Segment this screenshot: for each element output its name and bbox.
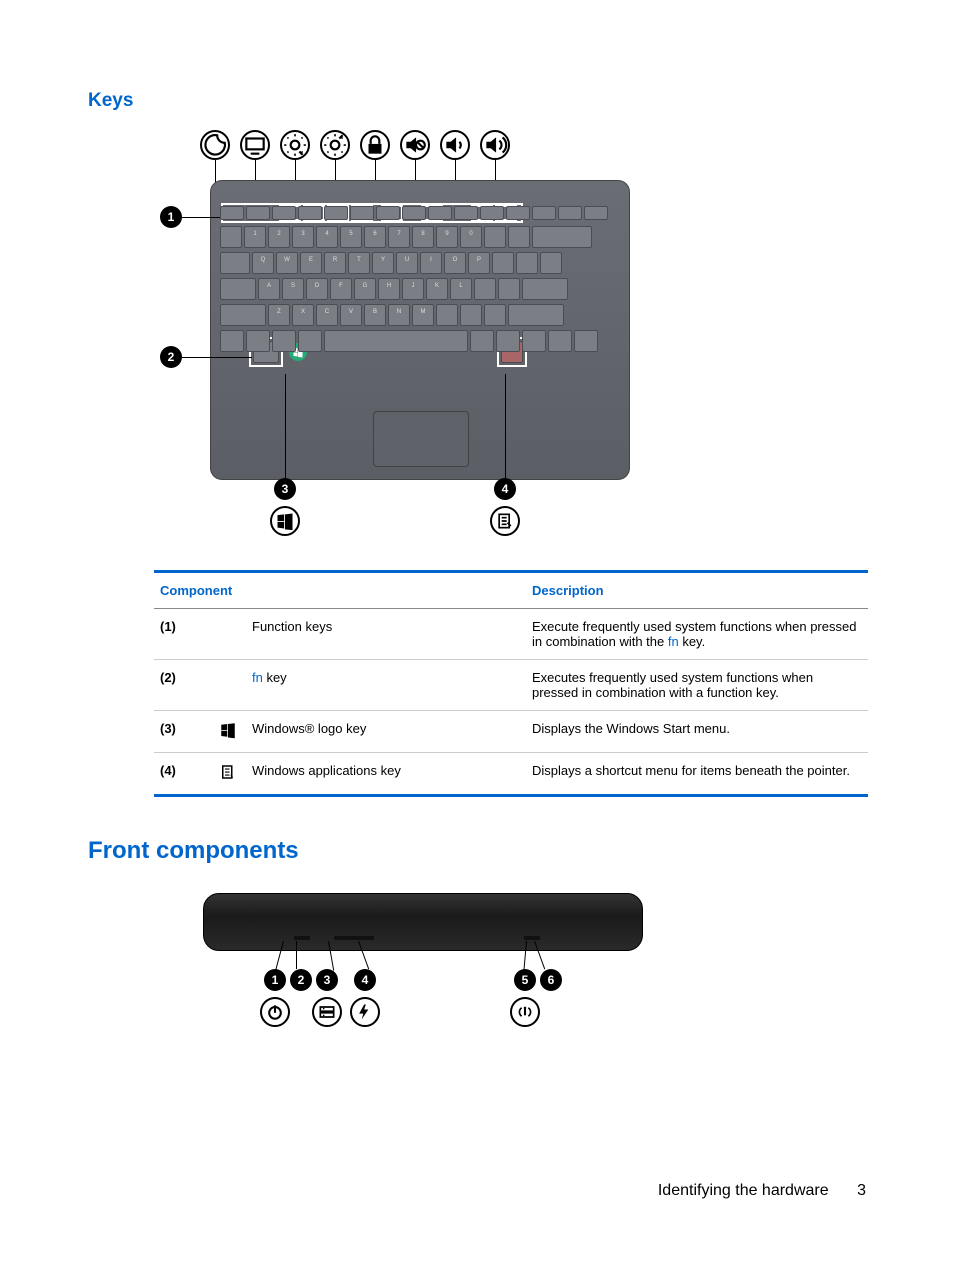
- table-header-component: Component: [154, 572, 526, 609]
- table-row: (4) Windows applications key Displays a …: [154, 753, 868, 796]
- row-component: fn key: [246, 660, 526, 711]
- table-row: (2) fn key Executes frequently used syst…: [154, 660, 868, 711]
- page-number: 3: [857, 1182, 866, 1199]
- power-icon: [260, 997, 290, 1027]
- row-icon: [210, 609, 246, 660]
- row-num: (2): [154, 660, 210, 711]
- apps-menu-icon: [490, 506, 520, 536]
- row-component: Windows applications key: [246, 753, 526, 796]
- fn-icon-vol-up: [480, 130, 510, 160]
- fn-icon-mute: [400, 130, 430, 160]
- fn-icon-bright-down: [280, 130, 310, 160]
- footer-section: Identifying the hardware: [658, 1182, 829, 1199]
- front-callout-3: 3: [316, 969, 338, 991]
- laptop-front-edge: [203, 893, 643, 951]
- callout-1: 1: [160, 206, 182, 228]
- callout-4: 4: [494, 478, 516, 500]
- row-component: Windows® logo key: [246, 711, 526, 753]
- front-callout-4: 4: [354, 969, 376, 991]
- row-component: Function keys: [246, 609, 526, 660]
- front-callout-6: 6: [540, 969, 562, 991]
- page-footer: Identifying the hardware 3: [658, 1182, 866, 1200]
- keys-heading: Keys: [88, 90, 866, 112]
- row-description: Displays the Windows Start menu.: [526, 711, 868, 753]
- row-description: Execute frequently used system functions…: [526, 609, 868, 660]
- apps-menu-icon: [210, 753, 246, 796]
- fn-icon-display: [240, 130, 270, 160]
- fn-icon-bright-up: [320, 130, 350, 160]
- keys-diagram: fn 1 2 3 4: [160, 130, 640, 540]
- fn-icon-lock: [360, 130, 390, 160]
- fn-icon-sleep: [200, 130, 230, 160]
- row-description: Executes frequently used system function…: [526, 660, 868, 711]
- row-description: Displays a shortcut menu for items benea…: [526, 753, 868, 796]
- fn-icon-vol-down: [440, 130, 470, 160]
- keys-table: Component Description (1) Function keys …: [154, 570, 868, 797]
- battery-icon: [350, 997, 380, 1027]
- windows-logo-icon: [270, 506, 300, 536]
- callout-2: 2: [160, 346, 182, 368]
- drive-icon: [312, 997, 342, 1027]
- front-callout-1: 1: [264, 969, 286, 991]
- row-num: (4): [154, 753, 210, 796]
- windows-logo-icon: [210, 711, 246, 753]
- front-diagram: 1 2 3 4 5 6: [188, 883, 658, 1043]
- table-header-description: Description: [526, 572, 868, 609]
- callout-3: 3: [274, 478, 296, 500]
- row-num: (3): [154, 711, 210, 753]
- row-icon: [210, 660, 246, 711]
- wireless-icon: [510, 997, 540, 1027]
- front-callout-2: 2: [290, 969, 312, 991]
- front-callout-5: 5: [514, 969, 536, 991]
- row-num: (1): [154, 609, 210, 660]
- front-components-heading: Front components: [88, 837, 866, 865]
- table-row: (1) Function keys Execute frequently use…: [154, 609, 868, 660]
- table-row: (3) Windows® logo key Displays the Windo…: [154, 711, 868, 753]
